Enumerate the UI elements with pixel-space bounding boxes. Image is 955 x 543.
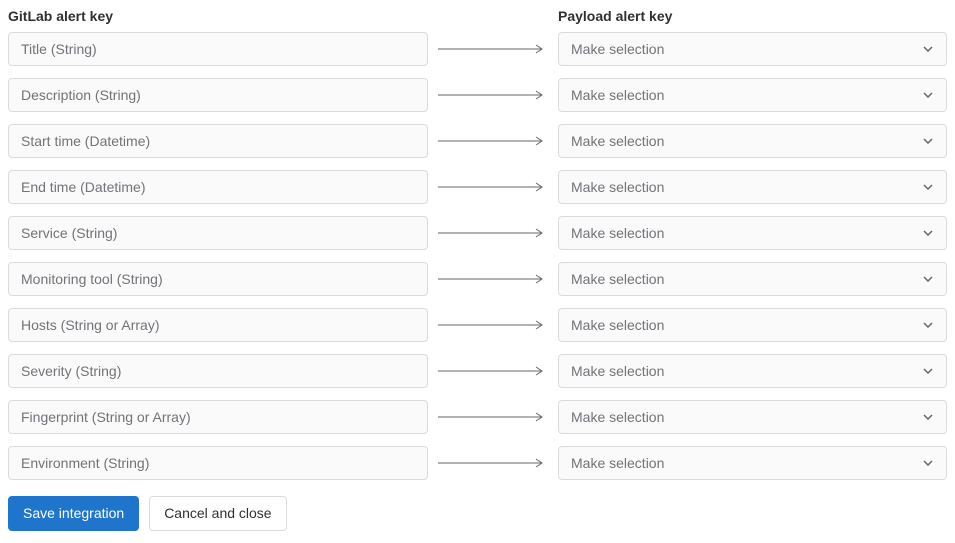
alert-mapping-table: GitLab alert key Payload alert key Title… <box>8 8 947 480</box>
payload-alert-key-select[interactable]: Make selection <box>558 400 947 434</box>
chevron-down-icon <box>922 365 934 377</box>
payload-alert-key-select[interactable]: Make selection <box>558 170 947 204</box>
payload-select-label: Make selection <box>571 133 664 149</box>
save-integration-button[interactable]: Save integration <box>8 496 139 531</box>
payload-select-label: Make selection <box>571 41 664 57</box>
arrow-right-icon <box>428 136 558 146</box>
arrow-right-icon <box>428 274 558 284</box>
arrow-right-icon <box>428 182 558 192</box>
arrow-right-icon <box>428 44 558 54</box>
mapping-row: Environment (String) Make selection <box>8 446 947 480</box>
mapping-row: Start time (Datetime) Make selection <box>8 124 947 158</box>
payload-alert-key-select[interactable]: Make selection <box>558 216 947 250</box>
payload-alert-key-select[interactable]: Make selection <box>558 262 947 296</box>
payload-select-label: Make selection <box>571 363 664 379</box>
arrow-right-icon <box>428 458 558 468</box>
gitlab-alert-key-field: Hosts (String or Array) <box>8 308 428 342</box>
gitlab-alert-key-field: Service (String) <box>8 216 428 250</box>
arrow-right-icon <box>428 228 558 238</box>
chevron-down-icon <box>922 43 934 55</box>
chevron-down-icon <box>922 411 934 423</box>
payload-select-label: Make selection <box>571 317 664 333</box>
chevron-down-icon <box>922 135 934 147</box>
button-row: Save integration Cancel and close <box>8 496 947 531</box>
payload-alert-key-select[interactable]: Make selection <box>558 124 947 158</box>
chevron-down-icon <box>922 227 934 239</box>
gitlab-key-header: GitLab alert key <box>8 8 428 24</box>
payload-alert-key-select[interactable]: Make selection <box>558 78 947 112</box>
payload-select-label: Make selection <box>571 271 664 287</box>
mapping-row: Description (String) Make selection <box>8 78 947 112</box>
payload-alert-key-select[interactable]: Make selection <box>558 354 947 388</box>
payload-select-label: Make selection <box>571 455 664 471</box>
mapping-row: End time (Datetime) Make selection <box>8 170 947 204</box>
gitlab-alert-key-field: Description (String) <box>8 78 428 112</box>
arrow-right-icon <box>428 366 558 376</box>
payload-select-label: Make selection <box>571 409 664 425</box>
gitlab-alert-key-field: Monitoring tool (String) <box>8 262 428 296</box>
payload-select-label: Make selection <box>571 225 664 241</box>
chevron-down-icon <box>922 319 934 331</box>
mapping-row: Severity (String) Make selection <box>8 354 947 388</box>
payload-alert-key-select[interactable]: Make selection <box>558 446 947 480</box>
payload-alert-key-select[interactable]: Make selection <box>558 308 947 342</box>
mapping-row: Hosts (String or Array) Make selection <box>8 308 947 342</box>
arrow-right-icon <box>428 90 558 100</box>
mapping-row: Service (String) Make selection <box>8 216 947 250</box>
gitlab-alert-key-field: Severity (String) <box>8 354 428 388</box>
chevron-down-icon <box>922 457 934 469</box>
mapping-row: Fingerprint (String or Array) Make select… <box>8 400 947 434</box>
header-row: GitLab alert key Payload alert key <box>8 8 947 24</box>
cancel-and-close-button[interactable]: Cancel and close <box>149 496 286 531</box>
payload-key-header: Payload alert key <box>558 8 947 24</box>
gitlab-alert-key-field: Start time (Datetime) <box>8 124 428 158</box>
chevron-down-icon <box>922 273 934 285</box>
gitlab-alert-key-field: Title (String) <box>8 32 428 66</box>
payload-select-label: Make selection <box>571 179 664 195</box>
arrow-right-icon <box>428 412 558 422</box>
gitlab-alert-key-field: Environment (String) <box>8 446 428 480</box>
payload-alert-key-select[interactable]: Make selection <box>558 32 947 66</box>
gitlab-alert-key-field: End time (Datetime) <box>8 170 428 204</box>
payload-select-label: Make selection <box>571 87 664 103</box>
gitlab-alert-key-field: Fingerprint (String or Array) <box>8 400 428 434</box>
chevron-down-icon <box>922 181 934 193</box>
arrow-right-icon <box>428 320 558 330</box>
mapping-row: Monitoring tool (String) Make selection <box>8 262 947 296</box>
chevron-down-icon <box>922 89 934 101</box>
mapping-row: Title (String) Make selection <box>8 32 947 66</box>
